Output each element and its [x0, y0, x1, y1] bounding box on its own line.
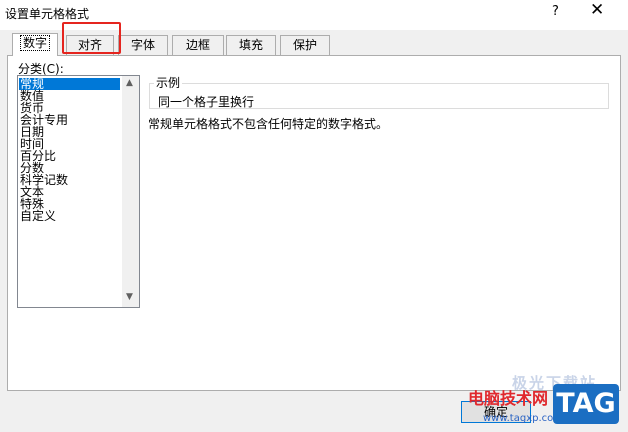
- watermark-tag-logo: TAG: [553, 384, 619, 424]
- help-icon[interactable]: ?: [552, 4, 559, 19]
- scroll-up-icon[interactable]: ▲: [126, 78, 133, 88]
- tab-protection[interactable]: 保护: [280, 35, 330, 55]
- tab-font-label: 字体: [130, 38, 155, 52]
- tab-number[interactable]: 数字: [12, 33, 58, 56]
- window-title: 设置单元格格式: [5, 7, 90, 21]
- tab-fill-label: 填充: [238, 38, 263, 52]
- watermark-site-name: 电脑技术网: [468, 389, 549, 408]
- watermark-url: www.tagxp.com: [483, 413, 563, 424]
- scroll-down-icon[interactable]: ▼: [126, 292, 133, 302]
- tab-number-label: 数字: [19, 35, 50, 51]
- tab-border[interactable]: 边框: [172, 35, 224, 55]
- alignment-tab-highlight: [62, 22, 121, 54]
- category-item-custom[interactable]: 自定义: [20, 210, 56, 222]
- format-description: 常规单元格格式不包含任何特定的数字格式。: [148, 117, 389, 131]
- sample-text: 同一个格子里换行: [158, 95, 255, 109]
- tab-protection-label: 保护: [292, 38, 317, 52]
- tab-fill[interactable]: 填充: [226, 35, 276, 55]
- tab-border-label: 边框: [185, 38, 210, 52]
- close-icon[interactable]: ✕: [590, 2, 604, 19]
- tab-font[interactable]: 字体: [118, 35, 168, 55]
- category-scrollbar[interactable]: ▲ ▼: [122, 76, 139, 307]
- sample-legend: 示例: [154, 74, 183, 91]
- category-listbox[interactable]: 常规 数值 货币 会计专用 日期 时间 百分比 分数 科学记数 文本 特殊 自定…: [17, 75, 140, 308]
